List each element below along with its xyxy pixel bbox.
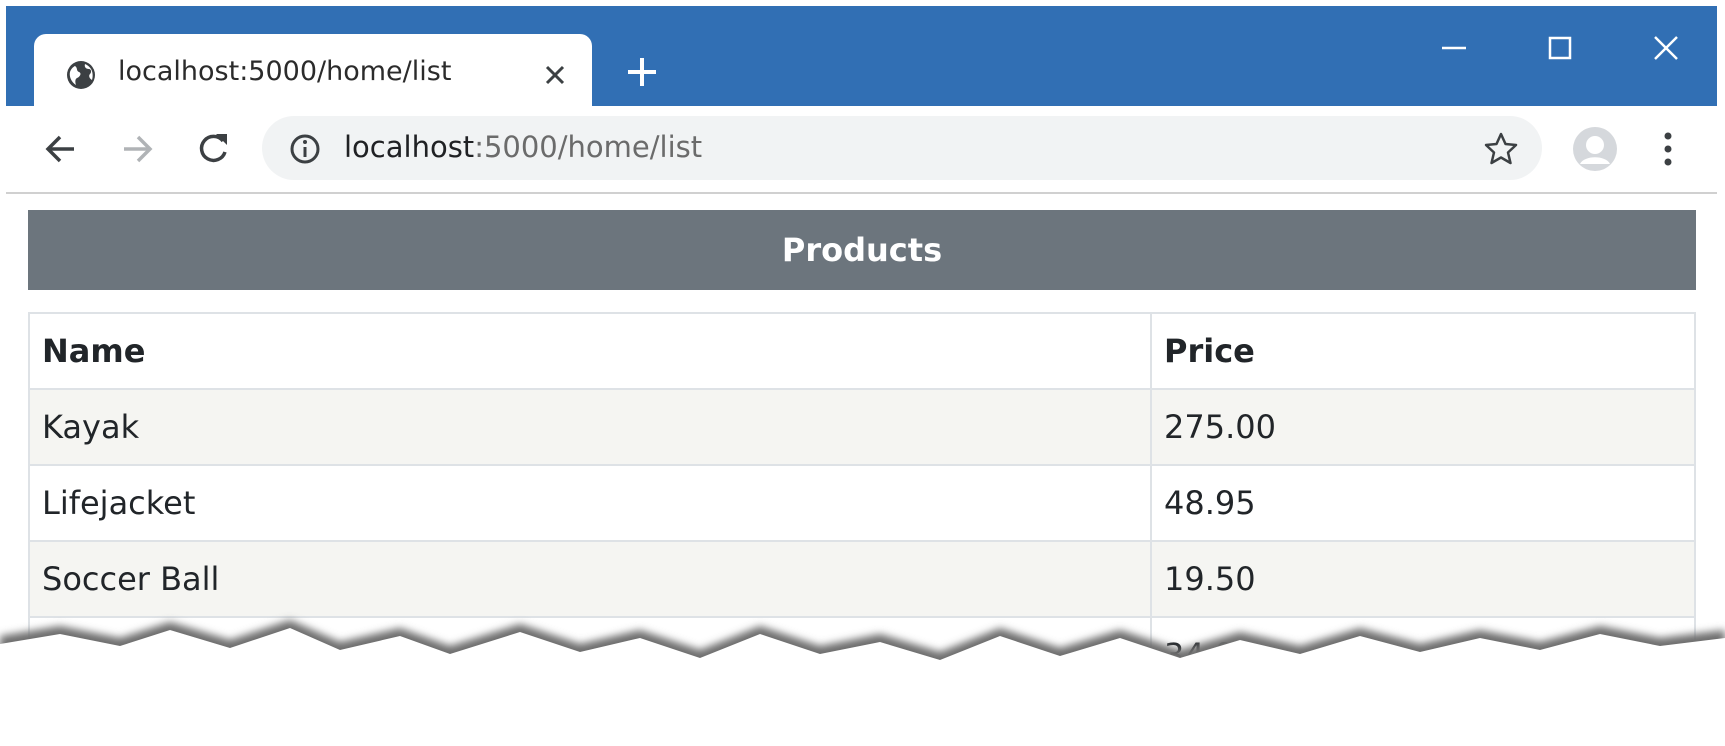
reload-icon[interactable]: [192, 128, 234, 170]
globe-icon: [67, 61, 95, 89]
tab-title: localhost:5000/home/list: [118, 56, 452, 87]
close-icon[interactable]: [1646, 28, 1686, 68]
info-icon[interactable]: [288, 132, 322, 166]
table-row: Lifejacket 48.95: [28, 464, 1696, 542]
address-bar[interactable]: localhost:5000/home/list: [262, 116, 1542, 180]
column-header-price: Price: [1150, 312, 1696, 390]
arrow-right-icon[interactable]: [116, 128, 158, 170]
product-price: 48.95: [1150, 464, 1696, 542]
column-header-name: Name: [28, 312, 1152, 390]
star-icon[interactable]: [1482, 130, 1520, 168]
title-bar: localhost:5000/home/list: [6, 6, 1717, 112]
product-price: 275.00: [1150, 388, 1696, 466]
product-name: Lifejacket: [28, 464, 1152, 542]
address-url[interactable]: localhost:5000/home/list: [344, 130, 702, 164]
kebab-menu-icon[interactable]: [1656, 128, 1680, 170]
maximize-icon[interactable]: [1540, 28, 1580, 68]
browser-window: localhost:5000/home/list localhost:5000/…: [0, 0, 1725, 746]
close-icon[interactable]: [538, 58, 572, 92]
browser-tab[interactable]: localhost:5000/home/list: [34, 34, 592, 112]
table-row: Kayak 275.00: [28, 388, 1696, 466]
table-header-row: Name Price: [28, 312, 1696, 390]
arrow-left-icon[interactable]: [40, 128, 82, 170]
product-name: Kayak: [28, 388, 1152, 466]
browser-toolbar: localhost:5000/home/list: [6, 106, 1717, 194]
url-host: localhost: [344, 130, 475, 164]
url-path: :5000/home/list: [474, 130, 703, 164]
page-title: Products: [28, 210, 1696, 290]
plus-icon[interactable]: [622, 52, 662, 92]
avatar-icon[interactable]: [1572, 126, 1618, 172]
minimize-icon[interactable]: [1434, 28, 1474, 68]
torn-edge: [0, 620, 1725, 746]
